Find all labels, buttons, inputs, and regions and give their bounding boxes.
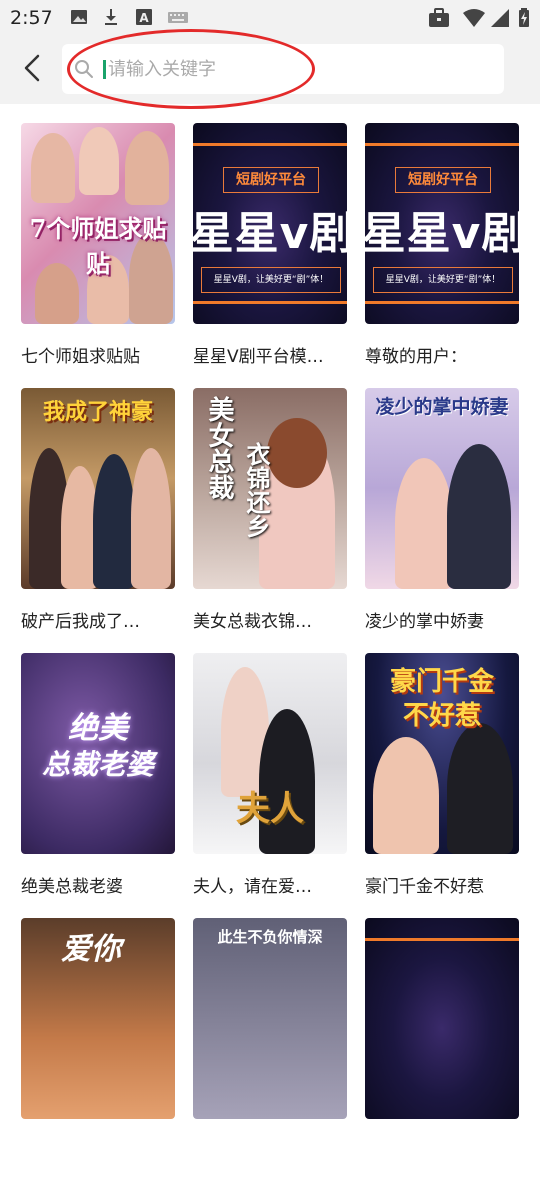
- text-caret: [103, 60, 106, 79]
- drama-card[interactable]: 短剧好平台 星星v剧 星星V剧，让美好更“剧”体！ 尊敬的用户：: [365, 123, 519, 388]
- poster-tagline-text: 星星V剧，让美好更“剧”体！: [373, 267, 513, 293]
- drama-title: 尊敬的用户：: [365, 347, 467, 367]
- drama-poster: 我成了神豪: [21, 388, 175, 589]
- drama-poster: [365, 918, 519, 1119]
- drama-title: 星星V剧平台模…: [193, 347, 324, 367]
- briefcase-icon: [428, 8, 450, 32]
- poster-title-text: 夫人: [236, 789, 304, 829]
- drama-poster: 短剧好平台 星星v剧 星星V剧，让美好更“剧”体！: [193, 123, 347, 324]
- poster-subtitle-text: 总裁老婆: [41, 748, 154, 781]
- poster-title-text: 7个师姐求贴贴: [29, 214, 167, 278]
- drama-card[interactable]: 我成了神豪 破产后我成了…: [21, 388, 175, 653]
- drama-poster: 爱你: [21, 918, 175, 1119]
- drama-card[interactable]: 此生不负你情深: [193, 918, 347, 1183]
- poster-subtitle-text: 衣锦还乡: [242, 442, 271, 538]
- drama-card[interactable]: 凌少的掌中娇妻 凌少的掌中娇妻: [365, 388, 519, 653]
- poster-title-text: 星星v剧: [365, 208, 519, 259]
- drama-card[interactable]: 夫人 夫人，请在爱…: [193, 653, 347, 918]
- drama-poster: 夫人: [193, 653, 347, 854]
- a-box-icon: A: [135, 8, 153, 30]
- keyboard-icon: [167, 8, 189, 30]
- drama-title: 美女总裁衣锦…: [193, 612, 312, 632]
- drama-card[interactable]: 绝美 总裁老婆 绝美总裁老婆: [21, 653, 175, 918]
- drama-title: 七个师姐求贴贴: [21, 347, 140, 367]
- drama-card[interactable]: 豪门千金 不好惹 豪门千金不好惹: [365, 653, 519, 918]
- poster-title-text: 美女总裁: [204, 396, 234, 500]
- drama-title: 绝美总裁老婆: [21, 877, 123, 897]
- wifi-icon: [462, 8, 486, 32]
- drama-poster: 短剧好平台 星星v剧 星星V剧，让美好更“剧”体！: [365, 123, 519, 324]
- search-icon: [74, 59, 94, 83]
- drama-card[interactable]: [365, 918, 519, 1183]
- signal-icon: [490, 8, 510, 32]
- drama-poster: 7个师姐求贴贴: [21, 123, 175, 324]
- back-button[interactable]: [10, 50, 54, 90]
- drama-card[interactable]: 爱你: [21, 918, 175, 1183]
- svg-text:A: A: [139, 11, 149, 25]
- drama-poster: 凌少的掌中娇妻: [365, 388, 519, 589]
- drama-title: 破产后我成了…: [21, 612, 140, 632]
- status-time: 2:57: [10, 7, 53, 29]
- drama-grid: 7个师姐求贴贴 七个师姐求贴贴 短剧好平台 星星v剧 星星V剧，让美好更“剧”体…: [21, 123, 521, 1183]
- search-input[interactable]: [108, 52, 488, 86]
- poster-badge-text: 短剧好平台: [395, 167, 491, 193]
- poster-subtitle-text: 不好惹: [402, 701, 481, 731]
- poster-title-text: 爱你: [61, 932, 121, 967]
- search-header: [0, 36, 540, 104]
- poster-title-text: 豪门千金: [389, 667, 494, 697]
- status-bar: 2:57 A: [0, 0, 540, 36]
- poster-title-text: 凌少的掌中娇妻: [375, 396, 509, 418]
- poster-title-text: 星星v剧: [193, 208, 347, 259]
- poster-title-text: 绝美: [68, 711, 128, 746]
- drama-poster: 此生不负你情深: [193, 918, 347, 1119]
- drama-poster: 美女总裁 衣锦还乡: [193, 388, 347, 589]
- drama-title: 豪门千金不好惹: [365, 877, 484, 897]
- download-icon: [103, 8, 119, 30]
- drama-title: 夫人，请在爱…: [193, 877, 312, 897]
- chevron-left-icon: [23, 54, 41, 86]
- poster-title-text: 我成了神豪: [42, 399, 153, 425]
- image-icon: [70, 8, 88, 30]
- poster-tagline-text: 星星V剧，让美好更“剧”体！: [201, 267, 341, 293]
- drama-poster: 豪门千金 不好惹: [365, 653, 519, 854]
- drama-poster: 绝美 总裁老婆: [21, 653, 175, 854]
- poster-badge-text: 短剧好平台: [223, 167, 319, 193]
- drama-title: 凌少的掌中娇妻: [365, 612, 484, 632]
- drama-card[interactable]: 7个师姐求贴贴 七个师姐求贴贴: [21, 123, 175, 388]
- drama-card[interactable]: 短剧好平台 星星v剧 星星V剧，让美好更“剧”体！ 星星V剧平台模…: [193, 123, 347, 388]
- battery-charging-icon: [518, 8, 530, 32]
- poster-title-text: 此生不负你情深: [217, 928, 323, 946]
- drama-card[interactable]: 美女总裁 衣锦还乡 美女总裁衣锦…: [193, 388, 347, 653]
- search-box[interactable]: [62, 44, 504, 94]
